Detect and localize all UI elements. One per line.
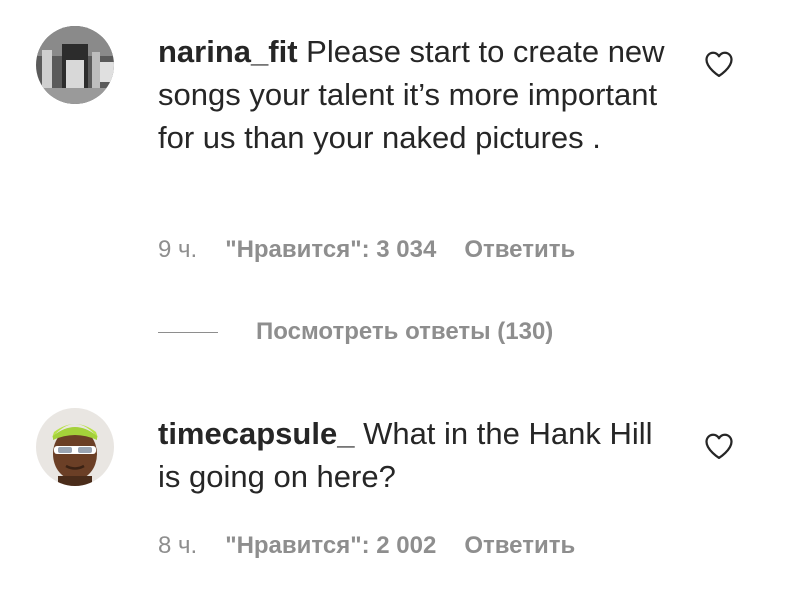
comment-meta: 9 ч. "Нравится": 3 034 Ответить	[158, 236, 575, 264]
reply-button[interactable]: Ответить	[464, 236, 575, 264]
username-link[interactable]: timecapsule_	[158, 416, 354, 451]
comment-text-block: narina_fit Please start to create new so…	[158, 30, 678, 159]
comment-time[interactable]: 9 ч.	[158, 236, 197, 264]
view-replies-button[interactable]: Посмотреть ответы (130)	[158, 318, 553, 346]
comment-meta: 8 ч. "Нравится": 2 002 Ответить	[158, 532, 575, 560]
reply-button[interactable]: Ответить	[464, 532, 575, 560]
username-link[interactable]: narina_fit	[158, 34, 298, 69]
like-heart-icon[interactable]	[704, 432, 734, 460]
view-replies-label: Посмотреть ответы (130)	[256, 318, 554, 345]
like-count[interactable]: "Нравится": 3 034	[225, 236, 436, 264]
comment-time[interactable]: 8 ч.	[158, 532, 197, 560]
replies-divider	[158, 331, 218, 333]
comment-text-block: timecapsule_ What in the Hank Hill is go…	[158, 412, 678, 498]
like-count[interactable]: "Нравится": 2 002	[225, 532, 436, 560]
like-heart-icon[interactable]	[704, 50, 734, 78]
avatar[interactable]	[36, 26, 114, 104]
avatar[interactable]	[36, 408, 114, 486]
